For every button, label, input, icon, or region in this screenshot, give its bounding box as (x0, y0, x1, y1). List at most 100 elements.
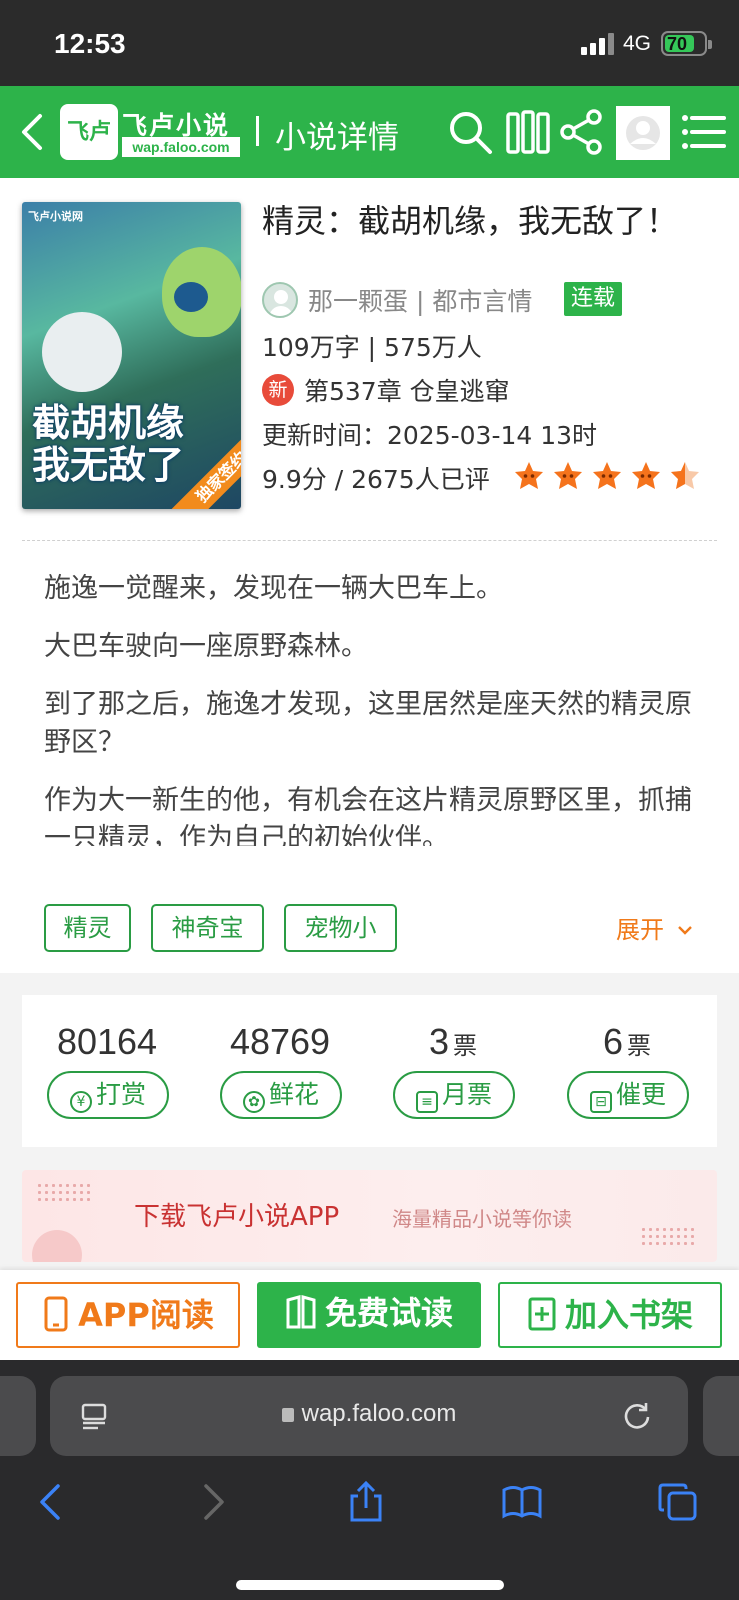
description-paragraph: 到了那之后，施逸才发现，这里居然是座天然的精灵原野区？ (44, 689, 692, 758)
header-divider (256, 116, 259, 146)
add-book-icon (528, 1297, 556, 1331)
share-sheet-icon[interactable] (344, 1480, 388, 1524)
bookmarks-icon[interactable] (500, 1480, 544, 1524)
stat-monthly-ticket: 3票 ≡ 月票 (368, 995, 538, 1147)
button-label: 加入书架 (564, 1296, 693, 1334)
stat-value: 80164 (56, 1021, 158, 1062)
logo-mark: 飞卢 (60, 104, 118, 160)
author-name[interactable]: 那一颗蛋 (308, 287, 408, 316)
reward-button[interactable]: ¥ 打赏 (47, 1071, 169, 1119)
page-title: 小说详情 (275, 120, 399, 156)
half-star-icon (669, 460, 701, 492)
user-avatar-button[interactable] (616, 106, 670, 160)
browser-forward-icon[interactable] (190, 1480, 234, 1524)
button-label: 鲜花 (268, 1080, 319, 1109)
star-icon (591, 460, 623, 492)
back-arrow-icon[interactable] (18, 112, 48, 152)
monthly-ticket-button[interactable]: ≡ 月票 (393, 1071, 515, 1119)
add-to-shelf-button[interactable]: 加入书架 (498, 1282, 722, 1348)
user-avatar-icon (626, 116, 660, 150)
yen-icon: ¥ (69, 1091, 92, 1113)
stat-value: 6 (602, 1021, 624, 1062)
stat-unit: 票 (453, 1032, 478, 1060)
chevron-down-icon (677, 926, 692, 935)
urge-update-button[interactable]: ⊟ 催更 (567, 1071, 689, 1119)
browser-back-icon[interactable] (30, 1480, 74, 1524)
divider (22, 540, 717, 541)
previous-tab-preview[interactable] (0, 1376, 36, 1456)
description-paragraph: 作为大一新生的他，有机会在这片精灵原野区里，抓捕一只精灵，作为自己的初始伙伴。 (44, 785, 692, 846)
stat-flower: 48769 ✿ 鲜花 (195, 995, 365, 1147)
book-open-icon (286, 1295, 316, 1329)
update-time: 更新时间：2025-03-14 13时 (262, 421, 598, 450)
star-icon (630, 460, 662, 492)
stat-value: 3 (428, 1021, 450, 1062)
stat-value: 48769 (229, 1021, 331, 1062)
app-read-button[interactable]: APP阅读 (16, 1282, 240, 1348)
free-read-button[interactable]: 免费试读 (257, 1282, 481, 1348)
stat-reward: 80164 ¥ 打赏 (22, 995, 192, 1147)
rating-stars (513, 460, 708, 492)
button-label: 打赏 (95, 1080, 146, 1109)
cover-title: 截胡机缘 我无敌了 (32, 400, 185, 487)
tag-item[interactable]: 神奇宝 (151, 904, 264, 952)
author-category: 那一颗蛋 | 都市言情 (308, 287, 533, 316)
logo-url: wap.faloo.com (122, 137, 240, 157)
action-bar: APP阅读 免费试读 加入书架 (0, 1270, 739, 1360)
address-bar[interactable]: wap.faloo.com (50, 1376, 688, 1456)
stat-urge: 6票 ⊟ 催更 (542, 995, 712, 1147)
button-label: 免费试读 (324, 1294, 453, 1332)
new-badge: 新 (262, 374, 294, 406)
battery-level: 70 (667, 34, 688, 54)
stat-unit: 票 (627, 1032, 652, 1060)
share-icon[interactable] (558, 108, 606, 156)
description-paragraph: 施逸一觉醒来，发现在一辆大巴车上。 (44, 573, 503, 604)
app-header: 飞卢 飞卢小说 wap.faloo.com 小说详情 (0, 86, 739, 178)
description-paragraph: 大巴车驶向一座原野森林。 (44, 631, 368, 662)
latest-chapter-link[interactable]: 第537章 仓皇逃窜 (304, 372, 510, 408)
url-text: wap.faloo.com (301, 1400, 457, 1427)
menu-icon[interactable] (680, 108, 728, 156)
banner-subtitle: 海量精品小说等你读 (392, 1207, 572, 1231)
browser-toolbar: wap.faloo.com (0, 1360, 739, 1600)
status-bar: 12:53 4G 70 (0, 0, 739, 86)
star-icon (513, 460, 545, 492)
button-label: 催更 (615, 1080, 666, 1109)
book-description: 施逸一觉醒来，发现在一辆大巴车上。 大巴车驶向一座原野森林。 到了那之后，施逸才… (44, 550, 704, 846)
download-app-banner[interactable]: 下载飞卢小说APP 海量精品小说等你读 (22, 1170, 717, 1262)
book-info-card: 飞卢小说网 截胡机缘 我无敌了 独家签约 精灵：截胡机缘，我无敌了！ 那一颗蛋 … (0, 178, 739, 973)
bookshelf-icon[interactable] (504, 108, 552, 156)
home-indicator (236, 1580, 504, 1590)
signal-icon (581, 33, 615, 55)
network-type: 4G (623, 32, 652, 55)
rating-text: 9.9分 / 2675人已评 (262, 465, 490, 494)
cover-logo-text: 飞卢小说网 (28, 210, 83, 223)
status-badge: 连载 (564, 282, 623, 316)
words-readers: 109万字 | 575万人 (262, 333, 482, 362)
flower-icon: ✿ (242, 1091, 265, 1113)
ticket-icon: ≡ (415, 1091, 438, 1113)
button-label: APP阅读 (78, 1296, 214, 1334)
lock-icon (281, 1408, 294, 1422)
urge-icon: ⊟ (589, 1091, 612, 1113)
reload-icon[interactable] (622, 1400, 652, 1430)
tag-item[interactable]: 宠物小 (284, 904, 397, 952)
status-time: 12:53 (54, 28, 126, 59)
search-icon[interactable] (446, 108, 494, 156)
star-icon (552, 460, 584, 492)
tag-item[interactable]: 精灵 (44, 904, 131, 952)
expand-button[interactable]: 展开 (616, 910, 694, 945)
support-stats: 80164 ¥ 打赏 48769 ✿ 鲜花 3票 ≡ 月票 6票 ⊟ 催更 (22, 995, 717, 1147)
banner-title: 下载飞卢小说APP (134, 1202, 340, 1232)
book-category[interactable]: 都市言情 (432, 287, 532, 316)
site-logo[interactable]: 飞卢 飞卢小说 wap.faloo.com (60, 104, 242, 160)
phone-icon (44, 1296, 68, 1332)
book-cover[interactable]: 飞卢小说网 截胡机缘 我无敌了 独家签约 (22, 202, 241, 509)
flower-button[interactable]: ✿ 鲜花 (220, 1071, 342, 1119)
next-tab-preview[interactable] (703, 1376, 739, 1456)
tabs-icon[interactable] (656, 1480, 700, 1524)
button-label: 月票 (441, 1080, 492, 1109)
author-avatar-icon[interactable] (262, 282, 298, 318)
expand-label: 展开 (616, 916, 664, 944)
book-title: 精灵：截胡机缘，我无敌了！ (262, 202, 679, 240)
